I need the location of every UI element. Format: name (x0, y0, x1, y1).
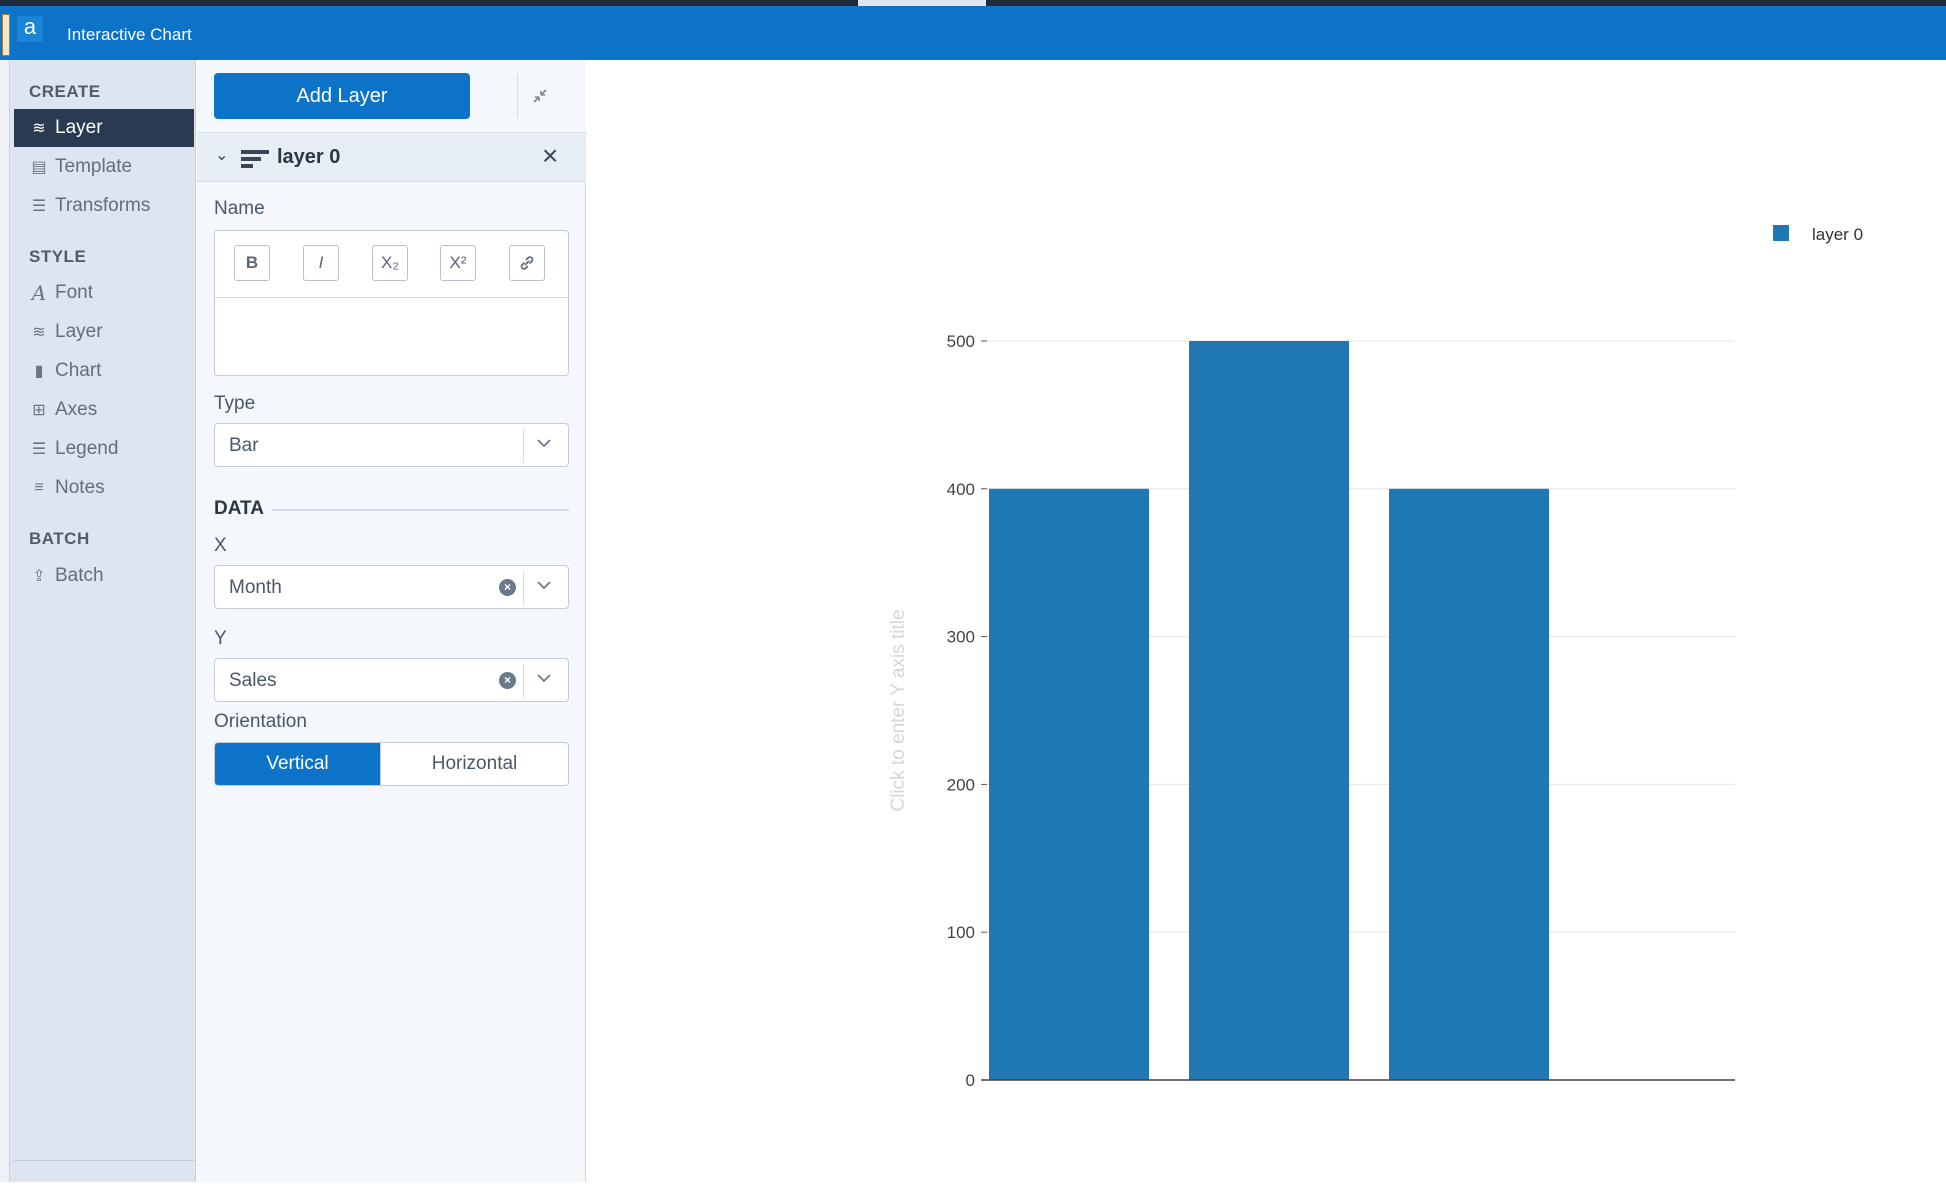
bar-layer-icon (241, 150, 269, 168)
sidebar-item-font[interactable]: A Font (14, 274, 194, 312)
sidebar-divider (14, 1160, 194, 1161)
chevron-down-icon[interactable] (537, 671, 551, 685)
close-icon[interactable]: × (542, 140, 558, 172)
sidebar-item-legend[interactable]: ☰ Legend (14, 430, 194, 468)
chevron-down-icon[interactable] (537, 436, 551, 450)
sidebar-item-style-layer[interactable]: ≋ Layer (14, 313, 194, 351)
layer-accordion-header[interactable]: ⌄ layer 0 × (197, 134, 586, 182)
add-layer-button[interactable]: Add Layer (214, 73, 470, 119)
italic-button[interactable]: I (303, 245, 339, 281)
type-label: Type (214, 393, 256, 414)
sidebar-item-notes[interactable]: ≡ Notes (14, 469, 194, 507)
section-divider (272, 509, 569, 511)
host-window-edge (0, 6, 10, 60)
subscript-button[interactable]: X₂ (372, 245, 408, 281)
x-label: X (214, 535, 227, 556)
grid-icon: ⊞ (32, 402, 46, 419)
orientation-horizontal-button[interactable]: Horizontal (380, 743, 568, 785)
sidebar-item-label: Font (55, 282, 94, 303)
app-title: Interactive Chart (67, 25, 192, 44)
layers-icon: ≋ (32, 120, 46, 137)
layer-name: layer 0 (277, 146, 341, 168)
link-icon[interactable] (509, 245, 545, 281)
superscript-button[interactable]: X² (440, 245, 476, 281)
name-label: Name (214, 198, 265, 219)
y-tick-label: 0 (966, 1071, 975, 1090)
font-icon: A (31, 281, 47, 305)
x-column-select[interactable]: Month × (214, 565, 569, 609)
list-icon: ☰ (31, 198, 47, 215)
y-tick-label: 400 (947, 480, 975, 499)
sidebar-item-create-layer[interactable]: ≋ Layer (14, 109, 194, 147)
bar-chart: 0 100 200 300 400 500 Click to enter Y axis ti… (888, 225, 1863, 1090)
host-window-edge-strip (0, 60, 10, 1182)
orientation-label: Orientation (214, 711, 307, 732)
x-value: Month (229, 577, 282, 598)
sidebar-item-axes[interactable]: ⊞ Axes (14, 391, 194, 429)
chart-canvas: 0 100 200 300 400 500 Click to enter Y axis ti… (587, 60, 1946, 1182)
sidebar-item-label: Layer (55, 117, 103, 138)
format-toolbar: B I X₂ X² (215, 231, 568, 298)
sidebar-item-label: Chart (55, 360, 102, 381)
y-axis-title[interactable]: Click to enter Y axis title (888, 609, 909, 811)
batch-icon: ⇪ (32, 568, 46, 585)
sidebar-item-chart[interactable]: ▮ Chart (14, 352, 194, 390)
bar-2[interactable] (1389, 488, 1549, 1080)
y-tick-label: 500 (947, 332, 975, 351)
bold-button[interactable]: B (234, 245, 270, 281)
orientation-vertical-button[interactable]: Vertical (215, 743, 380, 785)
data-section-title: DATA (214, 498, 264, 519)
orientation-toggle: Vertical Horizontal (214, 742, 569, 786)
app-logo-icon: a (17, 16, 43, 42)
clear-icon[interactable]: × (499, 672, 516, 689)
sidebar-item-batch[interactable]: ⇪ Batch (14, 557, 194, 595)
sidebar-item-label: Notes (55, 477, 105, 498)
layers-icon: ≋ (32, 324, 46, 341)
sidebar-section-create: CREATE (29, 82, 101, 101)
y-tick-label: 300 (947, 628, 975, 647)
list-icon: ☰ (31, 441, 47, 458)
sidebar-nav: CREATE ≋ Layer ▤ Template ☰ Transforms STYL… (10, 60, 196, 1182)
y-value: Sales (229, 670, 277, 691)
sidebar-item-label: Batch (55, 565, 104, 586)
name-rich-text-editor[interactable]: B I X₂ X² (214, 230, 569, 376)
notes-icon: ≡ (34, 479, 44, 496)
sidebar-section-style: STYLE (29, 247, 87, 266)
panel-header: Add Layer (197, 60, 586, 133)
sidebar-section-batch: BATCH (29, 529, 90, 548)
sidebar-item-label: Transforms (55, 195, 151, 216)
y-tick-label: 100 (947, 923, 975, 942)
y-column-select[interactable]: Sales × (214, 658, 569, 702)
sidebar-item-transforms[interactable]: ☰ Transforms (14, 187, 194, 225)
clear-icon[interactable]: × (499, 579, 516, 596)
sidebar-item-template[interactable]: ▤ Template (14, 148, 194, 186)
sidebar-item-label: Layer (55, 321, 103, 342)
sidebar-item-label: Axes (55, 399, 98, 420)
type-select[interactable]: Bar (214, 423, 569, 467)
app-titlebar: a Interactive Chart (0, 6, 1946, 60)
sidebar-item-label: Legend (55, 438, 119, 459)
template-icon: ▤ (31, 159, 47, 176)
y-label: Y (214, 628, 227, 649)
chevron-down-icon[interactable]: ⌄ (215, 145, 228, 165)
sidebar-item-label: Template (55, 156, 133, 177)
legend-swatch (1773, 225, 1789, 241)
bar-0[interactable] (989, 488, 1149, 1080)
collapse-panel-icon[interactable] (517, 74, 561, 118)
y-tick-label: 200 (947, 775, 975, 794)
bar-chart-icon: ▮ (34, 363, 44, 380)
bar-1[interactable] (1189, 341, 1349, 1080)
legend-label[interactable]: layer 0 (1812, 225, 1863, 244)
type-value: Bar (229, 435, 259, 456)
chevron-down-icon[interactable] (537, 578, 551, 592)
layer-editor-panel: Add Layer ⌄ layer 0 × Name B I X₂ X² Typ… (197, 60, 586, 1182)
